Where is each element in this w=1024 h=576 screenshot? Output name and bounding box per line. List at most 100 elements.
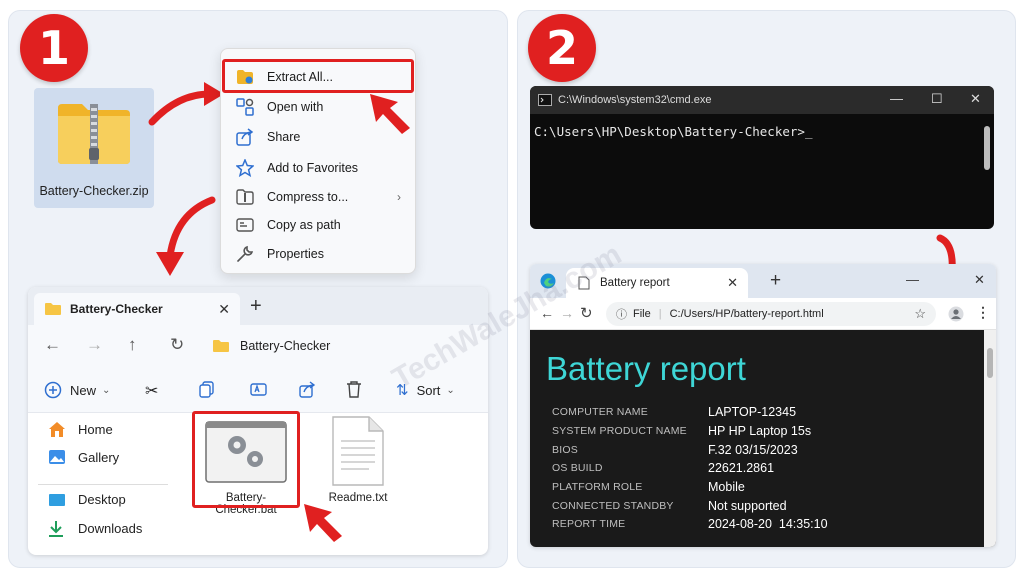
cmd-scrollbar[interactable] [984, 126, 990, 170]
minimize-icon[interactable]: — [906, 272, 919, 287]
arrow-to-menu-icon [148, 82, 224, 126]
report-label: SYSTEM PRODUCT NAME [552, 425, 687, 437]
refresh-icon[interactable]: ↻ [580, 304, 593, 322]
menu-item-label: Share [267, 130, 301, 144]
report-label: PLATFORM ROLE [552, 481, 643, 493]
back-arrow-icon[interactable]: ← [44, 335, 61, 355]
address-path[interactable]: Battery-Checker [240, 339, 330, 353]
url-text: C:/Users/HP/battery-report.html [669, 308, 824, 320]
close-tab-icon[interactable]: ✕ [727, 275, 738, 291]
bat-file-highlight [192, 411, 300, 508]
menu-item-copy-as-path[interactable]: Copy as path [221, 211, 417, 239]
explorer-tab[interactable]: Battery-Checker ✕ [34, 293, 240, 325]
browser-address-bar: ← → ↻ ⓘ File | C:/Users/HP/battery-repor… [530, 298, 996, 330]
sidebar-divider [38, 484, 168, 485]
menu-item-properties[interactable]: Properties [221, 240, 417, 268]
arrow-to-explorer-icon [156, 196, 216, 276]
compress-icon [235, 187, 255, 207]
report-label: REPORT TIME [552, 518, 626, 530]
close-icon[interactable]: ✕ [970, 91, 981, 107]
desktop-icon [48, 493, 68, 507]
report-value: 2024-08-20 14:35:10 [708, 517, 828, 531]
new-tab-icon[interactable]: + [770, 270, 781, 292]
sidebar-item-label: Desktop [78, 492, 126, 507]
zip-file-label: Battery-Checker.zip [39, 184, 149, 198]
step-two-badge: 2 [528, 14, 596, 82]
refresh-icon[interactable]: ↻ [170, 335, 184, 355]
report-label: COMPUTER NAME [552, 406, 648, 418]
menu-item-label: Properties [267, 247, 324, 261]
info-icon: ⓘ [616, 309, 627, 321]
copy-path-icon [235, 215, 255, 235]
report-value: HP HP Laptop 15s [708, 424, 812, 438]
home-icon [48, 421, 68, 438]
browser-window: Battery report ✕ + — ✕ ← → ↻ ⓘ File | C:… [530, 264, 996, 547]
cmd-prompt[interactable]: C:\Users\HP\Desktop\Battery-Checker>_ [534, 124, 812, 139]
minimize-icon[interactable]: — [890, 91, 903, 106]
sidebar-item-home[interactable]: Home [48, 421, 113, 438]
report-page: Battery report COMPUTER NAME LAPTOP-1234… [530, 330, 996, 547]
cmd-title-bar: C:\Windows\system32\cmd.exe — ☐ ✕ [530, 86, 994, 114]
share-icon[interactable] [299, 381, 316, 398]
copy-icon[interactable] [198, 381, 215, 398]
chevron-down-icon: ⌄ [102, 384, 111, 396]
cut-icon[interactable]: ✂ [145, 381, 158, 401]
rename-icon[interactable] [250, 381, 267, 398]
forward-arrow-icon[interactable]: → [560, 305, 574, 321]
report-value: 22621.2861 [708, 461, 775, 475]
step-one-badge: 1 [20, 14, 88, 82]
trash-icon[interactable] [346, 381, 362, 398]
url-field[interactable]: ⓘ File | C:/Users/HP/battery-report.html… [606, 302, 936, 326]
cmd-window: C:\Windows\system32\cmd.exe — ☐ ✕ C:\Use… [530, 86, 994, 229]
sidebar-item-gallery[interactable]: Gallery [48, 449, 119, 465]
close-icon[interactable]: ✕ [974, 272, 985, 288]
zip-file-tile[interactable]: Battery-Checker.zip [34, 88, 154, 208]
profile-avatar-icon[interactable] [948, 306, 964, 322]
sidebar-item-label: Home [78, 422, 113, 437]
close-tab-icon[interactable]: ✕ [218, 301, 230, 318]
report-label: OS BUILD [552, 462, 603, 474]
plus-circle-icon [44, 381, 62, 399]
maximize-icon[interactable]: ☐ [931, 91, 943, 107]
file-readme-txt[interactable]: Readme.txt [318, 415, 398, 504]
sidebar-item-downloads[interactable]: Downloads [48, 520, 142, 537]
report-value: F.32 03/15/2023 [708, 443, 798, 457]
report-title: Battery report [546, 350, 746, 387]
menu-item-label: Add to Favorites [267, 161, 359, 175]
cmd-title: C:\Windows\system32\cmd.exe [558, 94, 712, 106]
open-with-icon [235, 97, 255, 117]
zip-folder-icon [58, 104, 130, 164]
extract-all-highlight [222, 59, 414, 93]
sidebar-item-label: Gallery [78, 449, 120, 465]
report-scrollbar[interactable] [984, 330, 996, 547]
chevron-right-icon: › [397, 190, 401, 204]
wrench-icon [235, 244, 255, 264]
menu-item-label: Copy as path [267, 218, 341, 232]
explorer-tab-title: Battery-Checker [70, 302, 163, 316]
cmd-prompt-text: C:\Users\HP\Desktop\Battery-Checker> [534, 124, 805, 139]
report-value: LAPTOP-12345 [708, 405, 797, 419]
menu-item-add-to-favorites[interactable]: Add to Favorites [221, 154, 417, 182]
browser-tab-title: Battery report [600, 277, 670, 289]
star-icon[interactable]: ☆ [914, 306, 926, 322]
chevron-down-icon: ⌄ [446, 384, 455, 396]
scrollbar-thumb[interactable] [987, 348, 993, 378]
menu-item-compress-to[interactable]: Compress to... › [221, 183, 417, 211]
new-tab-icon[interactable]: + [250, 295, 262, 318]
explorer-sidebar: Home Gallery Desktop Downloads [28, 413, 178, 555]
report-value: Mobile [708, 480, 745, 494]
menu-item-label: Open with [267, 100, 324, 114]
new-button[interactable]: New ⌄ [44, 381, 110, 399]
menu-item-label: Compress to... [267, 190, 349, 204]
sidebar-item-desktop[interactable]: Desktop [48, 492, 126, 507]
folder-icon [213, 340, 229, 352]
report-label: BIOS [552, 444, 578, 456]
up-arrow-icon[interactable]: ↑ [128, 335, 137, 355]
star-icon [235, 158, 255, 178]
forward-arrow-icon[interactable]: → [86, 335, 103, 355]
url-divider: | [658, 308, 662, 320]
more-menu-icon[interactable]: ⋮ [976, 304, 990, 321]
text-file-icon [332, 416, 384, 486]
explorer-tab-bar: Battery-Checker ✕ + [28, 287, 488, 325]
gallery-icon [48, 449, 68, 465]
